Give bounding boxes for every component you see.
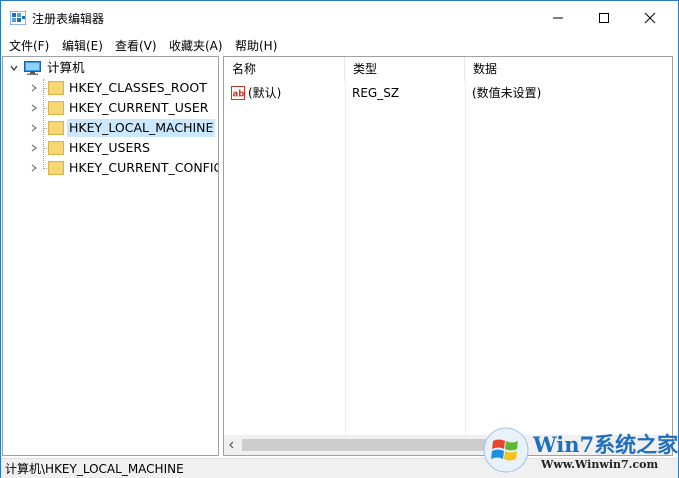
column-header-name[interactable]: 名称 (224, 57, 345, 81)
chevron-right-icon[interactable] (29, 83, 39, 93)
folder-icon (48, 101, 64, 115)
tree-item-computer[interactable]: 计算机 (9, 58, 87, 78)
chevron-right-icon[interactable] (29, 103, 39, 113)
chevron-right-icon[interactable] (29, 123, 39, 133)
key-tree-pane[interactable]: 计算机 HKEY_CLASSES_ROOT HKEY_CURRENT_USER (2, 56, 219, 456)
value-name: (默认) (248, 86, 282, 100)
tree-label: HKEY_CLASSES_ROOT (69, 80, 207, 95)
maximize-button[interactable] (581, 1, 627, 34)
watermark-url: Www.Winwin7.com (541, 458, 659, 471)
column-header-type[interactable]: 类型 (345, 57, 465, 81)
tree-item-hkey-current-user[interactable]: HKEY_CURRENT_USER (29, 98, 210, 118)
scrollbar-thumb[interactable] (242, 439, 492, 451)
folder-icon (48, 121, 64, 135)
menu-favorites[interactable]: 收藏夹(A) (169, 38, 223, 54)
close-button[interactable] (627, 1, 673, 34)
chevron-down-icon[interactable] (9, 63, 19, 73)
folder-icon (48, 161, 64, 175)
column-divider (345, 81, 346, 435)
window-title: 注册表编辑器 (32, 12, 105, 26)
value-type: REG_SZ (352, 86, 400, 100)
status-path: 计算机\HKEY_LOCAL_MACHINE (5, 462, 184, 476)
value-data: (数值未设置) (472, 86, 542, 100)
values-list-pane[interactable]: 名称 类型 数据 ab (默认) REG_SZ (数值未设置) (223, 56, 673, 456)
registry-editor-window: 注册表编辑器 文件(F) 编辑(E) 查看(V) 收藏夹(A) 帮助(H) 计算… (0, 0, 679, 478)
folder-icon (48, 81, 64, 95)
watermark-logo: Win7系统之家 Www.Winwin7.com (483, 425, 678, 477)
string-value-icon: ab (231, 86, 245, 100)
tree-label-computer: 计算机 (47, 60, 85, 75)
column-header-data[interactable]: 数据 (465, 57, 672, 81)
chevron-right-icon[interactable] (29, 163, 39, 173)
tree-item-hkey-users[interactable]: HKEY_USERS (29, 138, 152, 158)
scroll-left-icon[interactable] (226, 439, 238, 451)
tree-item-hkey-classes-root[interactable]: HKEY_CLASSES_ROOT (29, 78, 209, 98)
folder-icon (48, 141, 64, 155)
menu-file[interactable]: 文件(F) (9, 38, 49, 54)
menu-view[interactable]: 查看(V) (115, 38, 157, 54)
title-bar[interactable]: 注册表编辑器 (1, 1, 678, 34)
maximize-icon (599, 12, 609, 23)
tree-label: HKEY_LOCAL_MACHINE (67, 119, 216, 137)
minimize-icon (553, 17, 563, 18)
tree-item-hkey-local-machine[interactable]: HKEY_LOCAL_MACHINE (29, 118, 216, 138)
windows-flag-icon (483, 427, 529, 473)
minimize-button[interactable] (535, 1, 581, 34)
tree-label: HKEY_CURRENT_CONFIG (69, 160, 219, 175)
column-divider (465, 81, 466, 435)
tree-label: HKEY_CURRENT_USER (69, 100, 209, 115)
tree-item-hkey-current-config[interactable]: HKEY_CURRENT_CONFIG (29, 158, 219, 178)
close-icon (644, 12, 656, 23)
menu-help[interactable]: 帮助(H) (235, 38, 277, 54)
tree-label: HKEY_USERS (69, 140, 150, 155)
watermark-brand: Win7系统之家 (533, 432, 679, 457)
chevron-right-icon[interactable] (29, 143, 39, 153)
computer-icon (24, 61, 41, 75)
registry-editor-app-icon (10, 11, 26, 25)
svg-text:ab: ab (233, 90, 245, 100)
menu-edit[interactable]: 编辑(E) (62, 38, 103, 54)
menu-bar: 文件(F) 编辑(E) 查看(V) 收藏夹(A) 帮助(H) (1, 36, 678, 56)
